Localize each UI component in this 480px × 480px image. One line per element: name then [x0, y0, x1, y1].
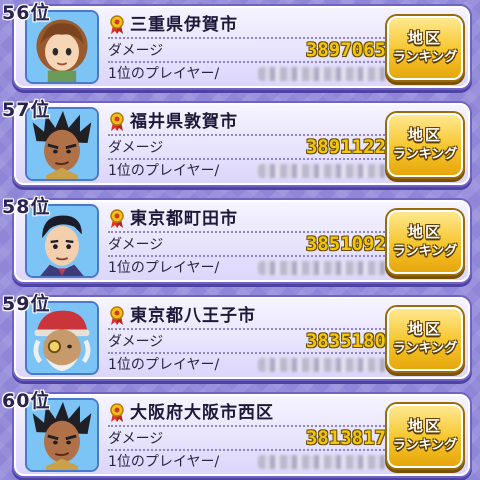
- region-button-line1: 地区: [407, 320, 442, 338]
- city-line: 福井県敦賀市: [108, 111, 360, 133]
- top-player-label: 1位のプレイヤー/: [108, 163, 220, 179]
- rank-label: 59位: [2, 293, 51, 315]
- top-player-label: 1位のプレイヤー/: [108, 357, 220, 373]
- damage-label: ダメージ: [108, 431, 164, 447]
- top-player-label: 1位のプレイヤー/: [108, 454, 220, 470]
- region-button-line2: ランキング: [392, 244, 458, 259]
- rank-label: 56位: [2, 2, 51, 24]
- city-line: 三重県伊賀市: [108, 14, 360, 36]
- medal-icon: [110, 209, 124, 228]
- city-line: 大阪府大阪市西区: [108, 402, 360, 424]
- region-ranking-button[interactable]: 地区 ランキング: [387, 404, 463, 468]
- city-line: 東京都八王子市: [108, 305, 360, 327]
- city-name: 大阪府大阪市西区: [130, 403, 274, 423]
- region-ranking-button[interactable]: 地区 ランキング: [387, 307, 463, 371]
- region-button-line1: 地区: [407, 29, 442, 47]
- city-name: 福井県敦賀市: [130, 112, 238, 132]
- ranking-row: 三重県伊賀市 ダメージ 3897065 1位のプレイヤー/ 地区 ランキング 5…: [0, 0, 480, 90]
- region-button-line1: 地区: [407, 417, 442, 435]
- medal-icon: [110, 15, 124, 34]
- divider: [108, 61, 388, 63]
- ranking-card: 東京都町田市 ダメージ 3851092 1位のプレイヤー/ 地区 ランキング: [14, 200, 470, 282]
- blurred-player-name: [258, 358, 390, 372]
- damage-value: 3851092: [305, 233, 386, 255]
- damage-label: ダメージ: [108, 237, 164, 253]
- region-button-line1: 地区: [407, 126, 442, 144]
- medal-icon: [110, 112, 124, 131]
- region-button-line1: 地区: [407, 223, 442, 241]
- blurred-player-name: [258, 164, 390, 178]
- ranking-card: 福井県敦賀市 ダメージ 3891122 1位のプレイヤー/ 地区 ランキング: [14, 103, 470, 185]
- city-name: 東京都町田市: [130, 209, 238, 229]
- blurred-player-name: [258, 67, 390, 81]
- ranking-row: 大阪府大阪市西区 ダメージ 3813817 1位のプレイヤー/ 地区 ランキング…: [0, 388, 480, 478]
- region-button-line2: ランキング: [392, 341, 458, 356]
- medal-icon: [110, 306, 124, 325]
- region-button-line2: ランキング: [392, 50, 458, 65]
- damage-label: ダメージ: [108, 140, 164, 156]
- rank-label: 57位: [2, 99, 51, 121]
- rank-label: 60位: [2, 390, 51, 412]
- city-name: 東京都八王子市: [130, 306, 256, 326]
- damage-value: 3835180: [305, 330, 386, 352]
- region-ranking-button[interactable]: 地区 ランキング: [387, 210, 463, 274]
- ranking-card: 大阪府大阪市西区 ダメージ 3813817 1位のプレイヤー/ 地区 ランキング: [14, 394, 470, 476]
- top-player-label: 1位のプレイヤー/: [108, 260, 220, 276]
- city-name: 三重県伊賀市: [130, 15, 238, 35]
- ranking-row: 福井県敦賀市 ダメージ 3891122 1位のプレイヤー/ 地区 ランキング 5…: [0, 97, 480, 187]
- rank-label: 58位: [2, 196, 51, 218]
- ranking-card: 三重県伊賀市 ダメージ 3897065 1位のプレイヤー/ 地区 ランキング: [14, 6, 470, 88]
- ranking-row: 東京都八王子市 ダメージ 3835180 1位のプレイヤー/ 地区 ランキング …: [0, 291, 480, 381]
- damage-value: 3891122: [305, 136, 386, 158]
- ranking-row: 東京都町田市 ダメージ 3851092 1位のプレイヤー/ 地区 ランキング 5…: [0, 194, 480, 284]
- top-player-label: 1位のプレイヤー/: [108, 66, 220, 82]
- blurred-player-name: [258, 261, 390, 275]
- ranking-card: 東京都八王子市 ダメージ 3835180 1位のプレイヤー/ 地区 ランキング: [14, 297, 470, 379]
- region-ranking-button[interactable]: 地区 ランキング: [387, 16, 463, 80]
- divider: [108, 449, 388, 451]
- damage-label: ダメージ: [108, 43, 164, 59]
- blurred-player-name: [258, 455, 390, 469]
- region-button-line2: ランキング: [392, 147, 458, 162]
- region-ranking-button[interactable]: 地区 ランキング: [387, 113, 463, 177]
- divider: [108, 255, 388, 257]
- damage-value: 3897065: [305, 39, 386, 61]
- medal-icon: [110, 403, 124, 422]
- city-line: 東京都町田市: [108, 208, 360, 230]
- damage-value: 3813817: [305, 427, 386, 449]
- damage-label: ダメージ: [108, 334, 164, 350]
- region-button-line2: ランキング: [392, 438, 458, 453]
- divider: [108, 352, 388, 354]
- divider: [108, 158, 388, 160]
